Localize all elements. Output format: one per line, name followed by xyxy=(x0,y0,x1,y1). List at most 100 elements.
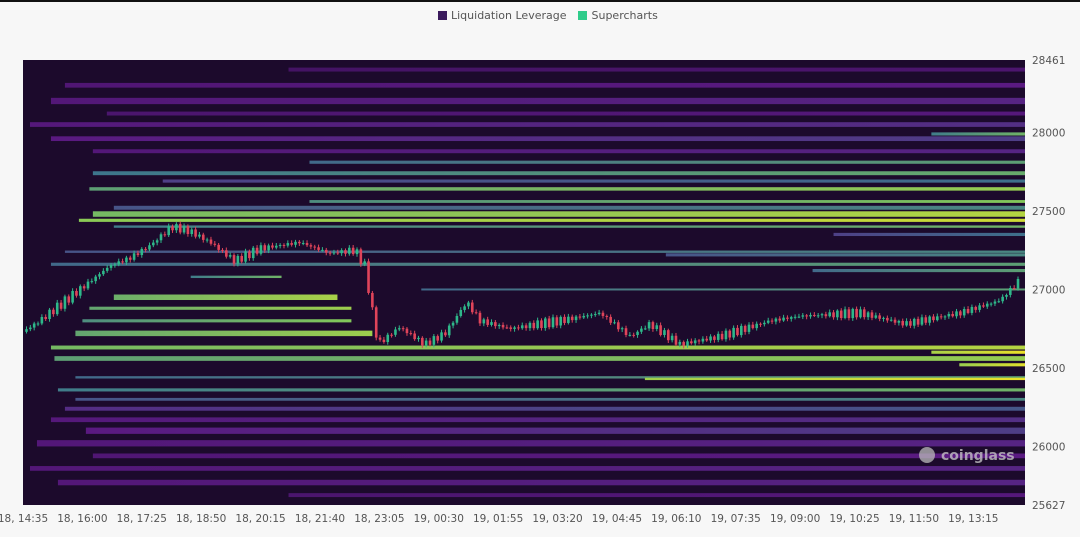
candle-body xyxy=(743,325,747,332)
candle-body xyxy=(678,341,682,345)
candle-body xyxy=(943,316,947,318)
candle-body xyxy=(121,261,124,263)
candle-body xyxy=(405,328,409,334)
candle-body xyxy=(920,317,924,325)
candle-body xyxy=(440,332,443,341)
candle-body xyxy=(947,313,951,317)
candle-body xyxy=(494,322,497,327)
candle-body xyxy=(348,247,351,254)
candle-body xyxy=(916,318,920,325)
y-tick-label: 26000 xyxy=(1032,441,1065,453)
candle-body xyxy=(555,317,559,326)
candle-body xyxy=(755,323,758,329)
liquidation-band xyxy=(89,187,1026,191)
candle-body xyxy=(152,242,155,246)
candle-body xyxy=(959,311,962,316)
candle-body xyxy=(332,252,336,254)
candle-body xyxy=(424,340,428,346)
candle-body xyxy=(271,245,274,248)
x-tick-label: 18, 20:15 xyxy=(235,513,285,525)
liquidation-band xyxy=(64,82,1025,88)
candle-body xyxy=(159,234,163,241)
candle-body xyxy=(221,249,224,251)
candle-body xyxy=(617,322,620,330)
candle-body xyxy=(225,250,228,257)
candle-body xyxy=(274,245,278,248)
candle-body xyxy=(513,327,516,329)
candle-body xyxy=(905,321,908,326)
candle-body xyxy=(394,329,397,335)
x-tick-label: 19, 09:00 xyxy=(770,513,820,525)
candle-body xyxy=(409,333,413,335)
candle-body xyxy=(490,322,493,325)
candle-body xyxy=(874,315,878,318)
candle-body xyxy=(421,337,424,346)
liquidation-band xyxy=(959,363,1025,367)
candle-body xyxy=(436,336,440,341)
candle-body xyxy=(140,248,144,256)
candle-body xyxy=(125,257,128,263)
candle-body xyxy=(386,334,390,343)
x-tick-label: 18, 21:40 xyxy=(295,513,345,525)
candle-body xyxy=(298,241,301,244)
y-tick-label: 27500 xyxy=(1032,206,1065,218)
candle-body xyxy=(444,332,447,336)
candle-body xyxy=(759,323,762,325)
candle-body xyxy=(251,247,255,259)
candle-body xyxy=(574,316,578,321)
x-tick-label: 18, 18:50 xyxy=(176,513,226,525)
liquidation-heatmap-chart[interactable]: 28461 28000 27500 27000 26500 26000 25627 18, 1… xyxy=(0,0,1080,537)
candle-body xyxy=(912,318,916,326)
candle-body xyxy=(878,315,881,319)
liquidation-band xyxy=(50,345,1026,350)
liquidation-band xyxy=(29,122,1026,127)
x-tick-label: 19, 06:10 xyxy=(651,513,701,525)
y-tick-label: 28461 xyxy=(1032,55,1065,67)
candle-body xyxy=(816,315,820,317)
candle-body xyxy=(428,340,432,345)
candle-body xyxy=(747,324,751,332)
candle-body xyxy=(413,333,416,340)
candle-body xyxy=(232,255,236,264)
candle-body xyxy=(59,302,63,309)
liquidation-band xyxy=(92,211,1026,217)
candle-body xyxy=(786,317,789,319)
candle-body xyxy=(982,305,985,307)
candle-body xyxy=(305,243,309,246)
candle-body xyxy=(866,312,870,318)
candle-body xyxy=(651,322,655,330)
candle-body xyxy=(324,249,328,253)
candle-body xyxy=(674,335,678,345)
candle-body xyxy=(367,261,370,293)
candle-body xyxy=(148,245,151,250)
candle-body xyxy=(666,330,670,341)
candle-body xyxy=(766,320,770,323)
candle-body xyxy=(309,245,313,247)
candle-body xyxy=(374,307,378,338)
candle-body xyxy=(52,309,55,315)
candle-body xyxy=(547,318,551,328)
liquidation-band xyxy=(29,466,1026,471)
liquidation-band xyxy=(64,250,1025,253)
candle-body xyxy=(970,306,974,313)
liquidation-band xyxy=(931,350,1025,354)
candle-body xyxy=(474,312,478,314)
candle-body xyxy=(344,250,347,254)
candle-body xyxy=(774,318,778,322)
y-tick-label: 26500 xyxy=(1032,363,1065,375)
candle-body xyxy=(463,306,466,310)
candle-body xyxy=(182,226,186,233)
y-tick-label: 25627 xyxy=(1032,500,1065,512)
x-tick-label: 19, 07:35 xyxy=(711,513,761,525)
candle-body xyxy=(820,314,824,316)
liquidation-band xyxy=(92,453,1026,459)
candle-body xyxy=(620,328,624,330)
x-tick-label: 18, 17:25 xyxy=(117,513,167,525)
candle-body xyxy=(686,341,689,346)
candle-body xyxy=(824,314,828,317)
candle-body xyxy=(978,305,981,310)
candle-body xyxy=(989,303,993,305)
candle-body xyxy=(467,302,470,307)
candle-body xyxy=(520,325,524,329)
candle-body xyxy=(847,309,851,319)
